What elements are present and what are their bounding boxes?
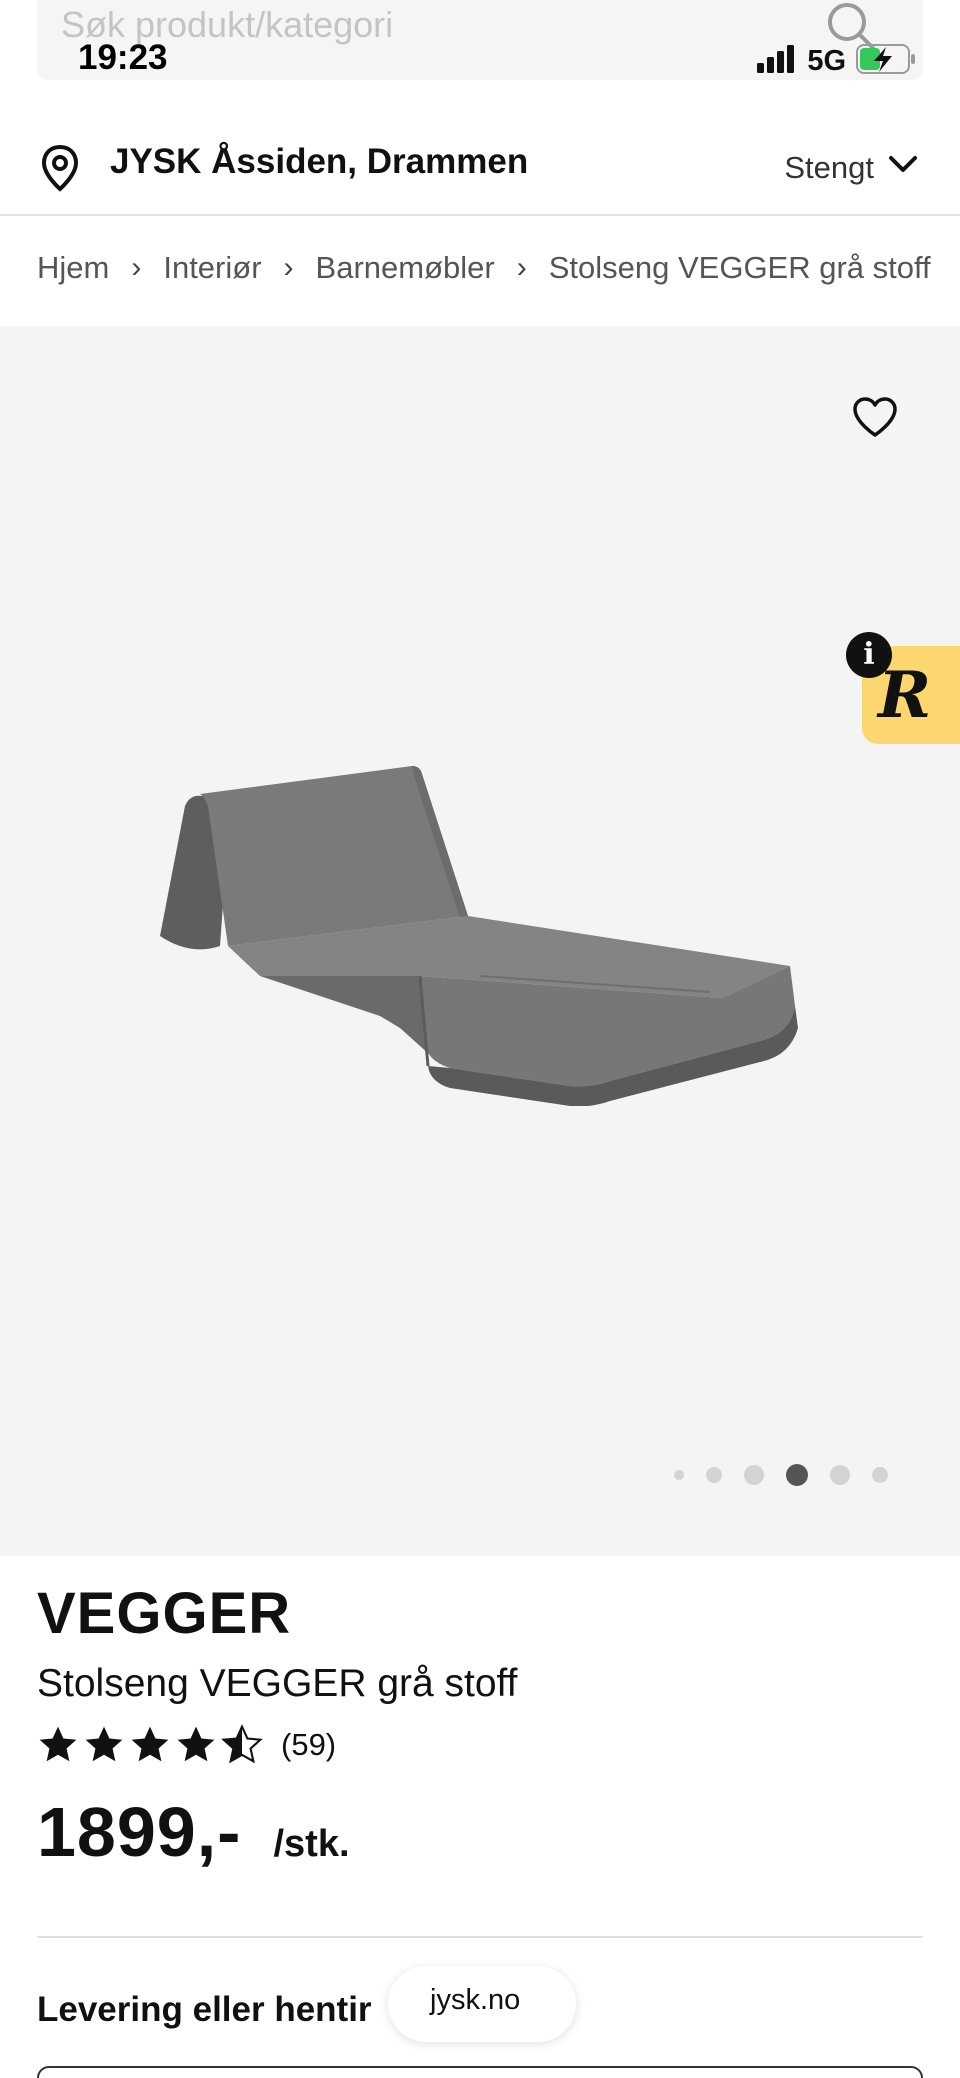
product-gallery[interactable]: R i xyxy=(0,326,960,1556)
heart-icon[interactable] xyxy=(852,396,898,443)
status-time: 19:23 xyxy=(78,38,168,77)
star-icon xyxy=(177,1726,215,1762)
star-icon xyxy=(131,1726,169,1762)
chevron-right-icon: › xyxy=(283,251,294,284)
pagination-dot[interactable] xyxy=(706,1467,722,1483)
chevron-down-icon[interactable] xyxy=(888,154,918,179)
store-name: JYSK Åssiden, Drammen xyxy=(110,142,529,181)
star-half-icon xyxy=(221,1724,263,1764)
product-rating[interactable]: (59) xyxy=(37,1724,336,1766)
store-selector[interactable]: JYSK Åssiden, Drammen Stengt xyxy=(0,120,960,216)
star-icon xyxy=(85,1726,123,1762)
pagination-dot[interactable] xyxy=(744,1465,764,1485)
signal-bars-icon xyxy=(757,45,797,78)
gallery-pagination xyxy=(674,1464,888,1486)
product-name: Stolseng VEGGER grå stoff xyxy=(37,1662,518,1705)
chevron-right-icon: › xyxy=(516,251,527,284)
network-label: 5G xyxy=(807,45,846,77)
info-icon[interactable]: i xyxy=(846,632,892,678)
delivery-heading: Levering eller hentir xyxy=(37,1990,372,2029)
status-icons: 5G xyxy=(757,44,916,79)
product-image xyxy=(150,766,810,1111)
pagination-dot[interactable] xyxy=(872,1467,888,1483)
store-status: Stengt xyxy=(784,150,874,185)
star-icon xyxy=(39,1726,77,1762)
rating-stars xyxy=(37,1724,263,1766)
breadcrumb: Hjem › Interiør › Barnemøbler › Stolseng… xyxy=(37,250,931,286)
pagination-dot[interactable] xyxy=(674,1470,684,1480)
breadcrumb-item-children-furniture[interactable]: Barnemøbler xyxy=(316,250,495,286)
pagination-dot-active[interactable] xyxy=(786,1464,808,1486)
price-amount: 1899,- xyxy=(37,1793,242,1871)
price-unit: /stk. xyxy=(273,1823,350,1865)
product-brand: VEGGER xyxy=(37,1581,292,1646)
top-bar: Søk produkt/kategori 19:23 5G xyxy=(0,0,960,90)
breadcrumb-item-current: Stolseng VEGGER grå stoff xyxy=(548,250,931,285)
divider xyxy=(37,1936,923,1938)
product-price: 1899,- /stk. xyxy=(37,1792,350,1872)
browser-url-pill[interactable]: jysk.no xyxy=(388,1966,576,2042)
pagination-dot[interactable] xyxy=(830,1465,850,1485)
breadcrumb-item-home[interactable]: Hjem xyxy=(37,250,109,286)
chevron-right-icon: › xyxy=(131,251,142,284)
location-pin-icon xyxy=(40,144,80,197)
battery-charging-icon xyxy=(856,44,916,79)
review-count[interactable]: (59) xyxy=(281,1727,336,1763)
browser-url: jysk.no xyxy=(430,1984,521,2016)
delivery-option-box[interactable] xyxy=(37,2066,923,2078)
breadcrumb-item-interior[interactable]: Interiør xyxy=(163,250,261,286)
